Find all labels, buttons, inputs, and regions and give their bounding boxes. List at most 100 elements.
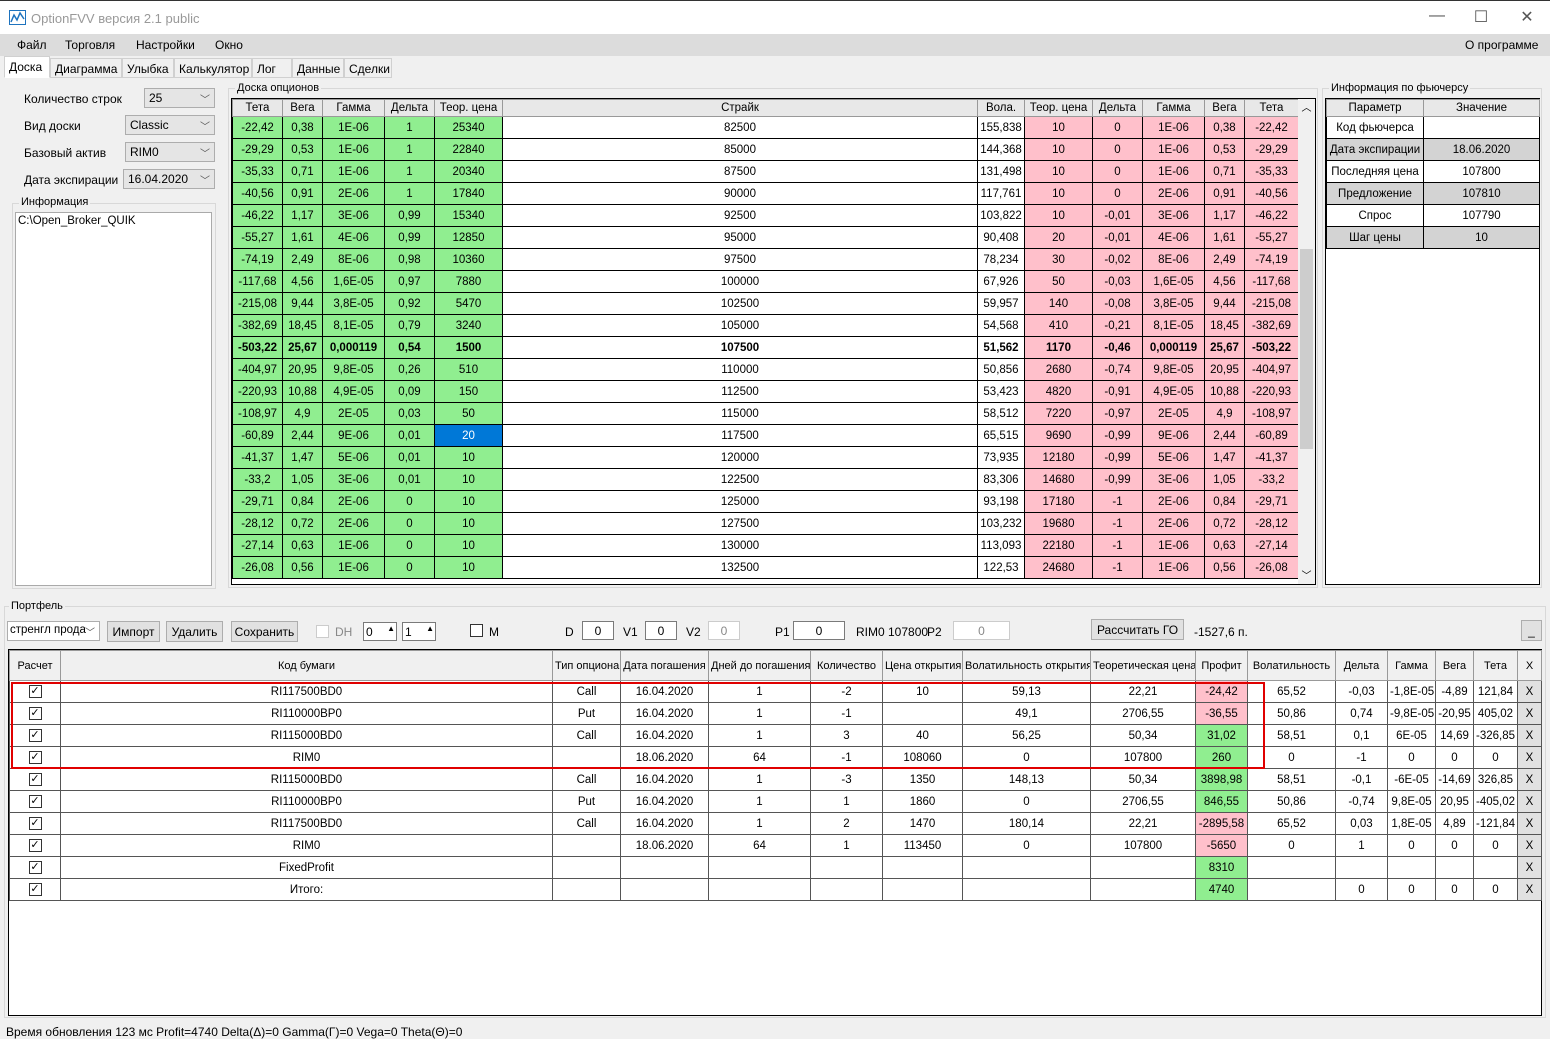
board-cell[interactable]: 10,88 (282, 380, 323, 403)
board-cell[interactable]: 127500 (502, 512, 978, 535)
board-header[interactable]: Теор. цена (434, 99, 503, 117)
board-cell[interactable]: 0,99 (384, 204, 435, 227)
cell-code[interactable]: RIM0 (60, 834, 553, 857)
cell-profit[interactable]: 8310 (1195, 856, 1248, 879)
board-scrollbar[interactable]: ︿ ﹀ (1298, 99, 1315, 584)
board-cell[interactable]: -215,08 (232, 292, 283, 315)
board-cell[interactable]: 67,926 (977, 270, 1025, 293)
board-cell[interactable]: 1E-06 (1142, 116, 1205, 139)
board-cell[interactable]: -0,99 (1092, 468, 1143, 491)
cell-ovol[interactable]: 0 (962, 790, 1091, 813)
calc-checkbox[interactable]: ✓ (28, 839, 42, 852)
board-cell[interactable]: 150 (434, 380, 503, 403)
board-cell[interactable]: 1,05 (1204, 468, 1245, 491)
board-cell[interactable]: 4E-06 (1142, 226, 1205, 249)
cell-code[interactable]: RI110000BP0 (60, 790, 553, 813)
cell-theta[interactable]: 121,84 (1473, 680, 1518, 703)
cell-ovol[interactable]: 180,14 (962, 812, 1091, 835)
board-cell[interactable]: 9,44 (282, 292, 323, 315)
cell-delta[interactable] (1335, 856, 1388, 879)
board-cell[interactable]: -0,99 (1092, 424, 1143, 447)
board-cell[interactable]: 10360 (434, 248, 503, 271)
cell-days[interactable]: 1 (708, 790, 811, 813)
portfolio-header[interactable]: Код бумаги (60, 650, 553, 681)
board-cell[interactable]: 10 (1024, 160, 1093, 183)
board-cell[interactable]: -404,97 (1244, 358, 1299, 381)
board-cell[interactable]: 0,84 (282, 490, 323, 513)
board-cell[interactable]: 2680 (1024, 358, 1093, 381)
board-cell[interactable]: 20340 (434, 160, 503, 183)
tab-deals[interactable]: Сделки (344, 58, 392, 78)
cell-date[interactable]: 16.04.2020 (620, 790, 709, 813)
board-cell[interactable]: -35,33 (232, 160, 283, 183)
board-cell[interactable]: -1 (1092, 512, 1143, 535)
board-cell[interactable]: 1E-06 (322, 116, 385, 139)
cell-gamma[interactable]: 9,8E-05 (1387, 790, 1436, 813)
board-cell[interactable]: 25,67 (1204, 336, 1245, 359)
board-cell[interactable]: 0,01 (384, 468, 435, 491)
calc-checkbox[interactable]: ✓ (28, 817, 42, 830)
board-cell[interactable]: -27,14 (232, 534, 283, 557)
cell-vol[interactable]: 50,86 (1247, 790, 1336, 813)
calc-checkbox[interactable]: ✓ (28, 883, 42, 896)
board-header[interactable]: Тета (232, 99, 283, 117)
cell-theta[interactable]: 405,02 (1473, 702, 1518, 725)
board-cell[interactable]: 10 (434, 446, 503, 469)
board-cell[interactable]: 0,000119 (322, 336, 385, 359)
board-cell[interactable]: 3240 (434, 314, 503, 337)
cell-profit[interactable]: -5650 (1195, 834, 1248, 857)
import-button[interactable]: Импорт (107, 621, 160, 642)
board-cell[interactable]: 10 (1024, 182, 1093, 205)
portfolio-header[interactable]: Тип опциона (552, 650, 621, 681)
delete-row-button[interactable]: X (1517, 746, 1542, 769)
calc-checkbox-cell[interactable]: ✓ (9, 878, 61, 901)
board-cell[interactable]: 0,000119 (1142, 336, 1205, 359)
base-asset-select[interactable]: RIM0 ﹀ (125, 142, 215, 162)
board-cell[interactable]: -33,2 (232, 468, 283, 491)
cell-ovol[interactable] (962, 878, 1091, 901)
board-cell[interactable]: 122500 (502, 468, 978, 491)
v2-input[interactable]: 0 (708, 621, 740, 640)
board-cell[interactable]: 92500 (502, 204, 978, 227)
cell-gamma[interactable]: 0 (1387, 878, 1436, 901)
board-cell[interactable]: 0 (384, 512, 435, 535)
board-cell[interactable]: 78,234 (977, 248, 1025, 271)
cell-gamma[interactable]: 0 (1387, 834, 1436, 857)
board-cell[interactable]: 30 (1024, 248, 1093, 271)
board-cell[interactable]: -117,68 (1244, 270, 1299, 293)
board-cell[interactable]: 10 (434, 468, 503, 491)
cell-code[interactable]: RI115000BD0 (60, 768, 553, 791)
board-cell[interactable]: 10 (434, 556, 503, 579)
board-cell[interactable]: 115000 (502, 402, 978, 425)
cell-theor[interactable] (1090, 878, 1196, 901)
board-cell[interactable]: 97500 (502, 248, 978, 271)
cell-code[interactable]: RI117500BD0 (60, 812, 553, 835)
board-cell[interactable]: 1,6E-05 (322, 270, 385, 293)
board-cell[interactable]: 5E-06 (322, 446, 385, 469)
board-cell[interactable]: 0,53 (1204, 138, 1245, 161)
board-cell[interactable]: 125000 (502, 490, 978, 513)
cell-vega[interactable]: 14,69 (1435, 724, 1474, 747)
portfolio-header[interactable]: Тета (1473, 650, 1518, 681)
menu-settings[interactable]: Настройки (136, 38, 195, 52)
board-cell[interactable]: -22,42 (1244, 116, 1299, 139)
board-cell[interactable]: 0,01 (384, 424, 435, 447)
cell-theor[interactable]: 22,21 (1090, 812, 1196, 835)
cell-open[interactable]: 1860 (882, 790, 963, 813)
board-cell[interactable]: 8E-06 (1142, 248, 1205, 271)
p1-input[interactable]: 0 (793, 621, 845, 640)
board-cell[interactable]: 5E-06 (1142, 446, 1205, 469)
board-cell[interactable]: 1,61 (282, 226, 323, 249)
spinner-arrows-icon[interactable]: ▲ (426, 624, 434, 633)
board-cell[interactable]: 15340 (434, 204, 503, 227)
board-cell[interactable]: 4,9E-05 (1142, 380, 1205, 403)
board-cell[interactable]: 1E-06 (1142, 534, 1205, 557)
board-cell[interactable]: 2E-06 (1142, 512, 1205, 535)
expiry-select[interactable]: 16.04.2020 ﹀ (123, 169, 215, 189)
board-cell[interactable]: 0,56 (1204, 556, 1245, 579)
v1-input[interactable]: 0 (645, 621, 677, 640)
cell-theta[interactable]: 0 (1473, 878, 1518, 901)
board-cell[interactable]: 1 (384, 182, 435, 205)
board-cell[interactable]: 0,92 (384, 292, 435, 315)
board-cell[interactable]: 140 (1024, 292, 1093, 315)
